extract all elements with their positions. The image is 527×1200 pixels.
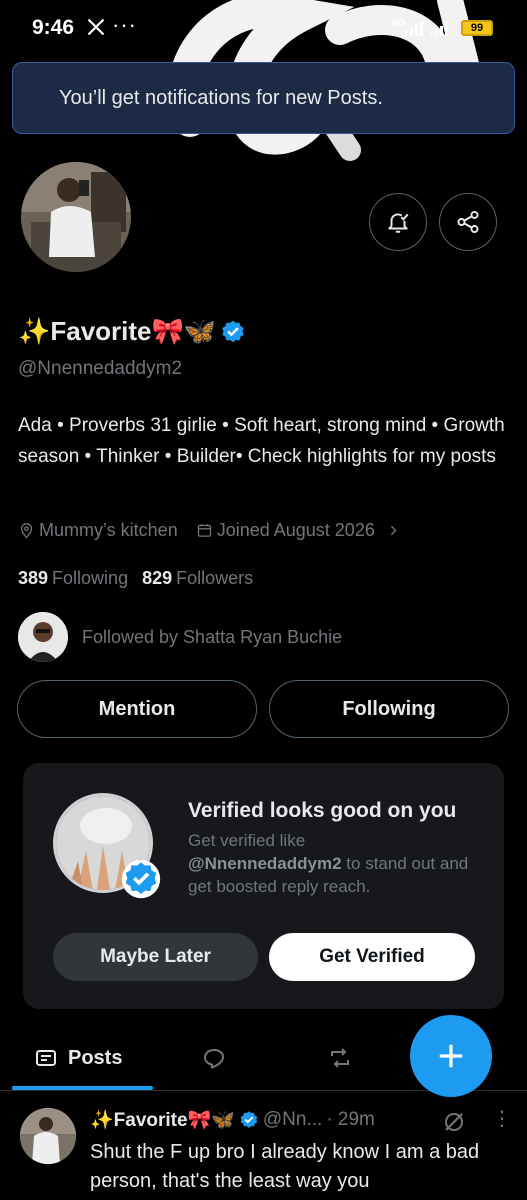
get-verified-button[interactable]: Get Verified — [269, 933, 475, 981]
signal-icon-secondary — [430, 22, 448, 36]
post-verified-badge-icon — [240, 1111, 258, 1128]
verified-badge-icon[interactable] — [220, 319, 246, 345]
location-text: Mummy’s kitchen — [39, 520, 178, 540]
status-bar: 9:46 ··· 4G 99 — [0, 0, 527, 58]
profile-name-row: ✨Favorite🎀🦋 — [18, 316, 246, 347]
chevron-right-icon — [390, 525, 397, 536]
reply-icon — [204, 1049, 224, 1069]
verified-desc-prefix: Get verified like — [188, 831, 306, 850]
share-icon — [457, 210, 479, 234]
tab-posts[interactable]: Posts — [34, 1036, 122, 1080]
share-button[interactable] — [439, 193, 497, 251]
grok-icon[interactable] — [442, 1110, 466, 1134]
followed-by-text: Followed by Shatta Ryan Buchie — [82, 626, 343, 647]
profile-handle: @Nnennedaddym2 — [18, 358, 183, 379]
verified-upsell-card: Verified looks good on you Get verified … — [23, 763, 504, 1009]
verified-card-description: Get verified like @Nnennedaddym2 to stan… — [188, 829, 488, 898]
tab-reposts[interactable] — [328, 1036, 352, 1080]
profile-meta: Mummy’s kitchen Joined August 2026 — [18, 520, 420, 541]
following-count-link[interactable]: 389 Following — [18, 568, 128, 589]
posts-tab-icon — [36, 1050, 56, 1066]
profile-avatar[interactable] — [17, 158, 135, 276]
notifications-bell-button[interactable] — [369, 193, 427, 251]
bell-check-icon — [388, 213, 409, 233]
profile-bio: Ada • Proverbs 31 girlie • Soft heart, s… — [18, 415, 505, 467]
status-time: 9:46 — [32, 16, 75, 39]
location-pin-icon — [20, 523, 33, 539]
post-header: ✨Favorite🎀🦋 @Nn... · 29m — [90, 1108, 375, 1132]
following-label: Following — [52, 568, 129, 588]
battery-icon: 99 — [461, 20, 493, 36]
compose-post-button[interactable] — [410, 1015, 492, 1097]
post-author-name[interactable]: ✨Favorite🎀🦋 — [90, 1108, 235, 1132]
repost-icon — [331, 1048, 349, 1068]
status-more-icon: ··· — [112, 12, 137, 37]
following-button[interactable]: Following — [269, 680, 509, 738]
tab-replies[interactable] — [202, 1036, 226, 1080]
followed-by-row[interactable]: Followed by Shatta Ryan Buchie — [18, 612, 342, 662]
system-nav-bar — [0, 1150, 527, 1200]
followers-label: Followers — [176, 568, 254, 588]
joined-text: Joined August 2026 — [216, 520, 375, 540]
signal-icon — [405, 22, 423, 36]
post-time: · 29m — [326, 1109, 375, 1130]
network-type: 4G — [392, 18, 406, 29]
followers-count: 829 — [142, 568, 173, 588]
plus-icon — [439, 1044, 463, 1068]
tab-posts-label: Posts — [68, 1046, 123, 1069]
follower-avatar — [18, 612, 68, 662]
display-name: ✨Favorite🎀🦋 — [18, 316, 217, 346]
avatar-photo — [21, 162, 131, 272]
maybe-later-button[interactable]: Maybe Later — [53, 933, 258, 981]
verified-badge-large-icon — [121, 859, 161, 899]
calendar-icon — [197, 524, 211, 537]
following-count: 389 — [18, 568, 49, 588]
joined-item[interactable]: Joined August 2026 — [196, 520, 402, 541]
follow-counts: 389 Following 829 Followers — [18, 568, 253, 589]
location-item: Mummy’s kitchen — [18, 520, 178, 541]
post-author-handle: @Nn... — [262, 1109, 323, 1130]
notification-toast: You’ll get notifications for new Posts. — [12, 62, 515, 134]
x-logo-icon — [87, 18, 105, 36]
verified-card-title: Verified looks good on you — [188, 799, 457, 822]
mention-button[interactable]: Mention — [17, 680, 257, 738]
verified-desc-handle: @Nnennedaddym2 — [188, 854, 342, 873]
toast-text: You’ll get notifications for new Posts. — [59, 86, 383, 109]
followers-count-link[interactable]: 829 Followers — [142, 568, 253, 589]
post-more-icon[interactable]: ⋮ — [492, 1106, 512, 1131]
